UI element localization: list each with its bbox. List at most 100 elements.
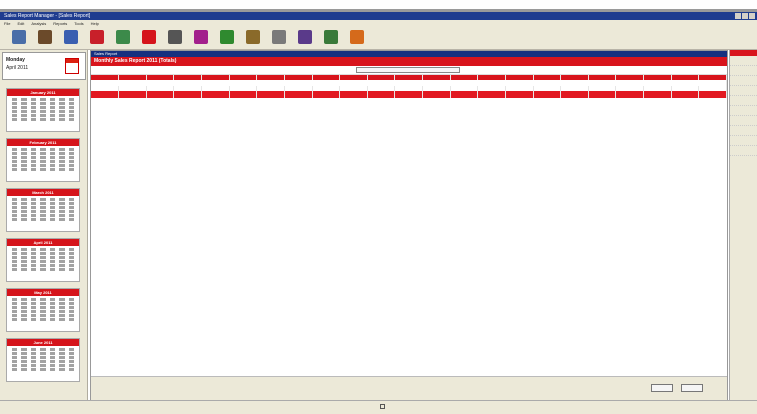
calendar-day[interactable] bbox=[21, 106, 27, 109]
calendar-day[interactable] bbox=[12, 352, 18, 355]
calendar-day[interactable] bbox=[68, 310, 74, 313]
calendar-day[interactable] bbox=[40, 164, 46, 167]
cancel-button[interactable] bbox=[681, 384, 703, 392]
calendar-day[interactable] bbox=[68, 248, 74, 251]
month-calendar[interactable]: January 2011 bbox=[6, 88, 80, 132]
calendar-day[interactable] bbox=[49, 110, 56, 113]
calendar-day[interactable] bbox=[68, 206, 74, 209]
calendar-day[interactable] bbox=[40, 114, 46, 117]
calendar-day[interactable] bbox=[12, 202, 18, 205]
calendar-day[interactable] bbox=[40, 302, 46, 305]
calendar-day[interactable] bbox=[30, 310, 37, 313]
calendar-day[interactable] bbox=[30, 356, 37, 359]
calendar-day[interactable] bbox=[49, 264, 56, 267]
calendar-day[interactable] bbox=[49, 210, 56, 213]
calendar-day[interactable] bbox=[40, 360, 46, 363]
footer-option[interactable] bbox=[380, 404, 388, 409]
calendar-day[interactable] bbox=[68, 218, 74, 221]
calendar-day[interactable] bbox=[21, 98, 27, 101]
calendar-day[interactable] bbox=[21, 148, 27, 151]
chart-icon[interactable] bbox=[116, 30, 130, 44]
calendar-day[interactable] bbox=[12, 248, 18, 251]
calendar-day[interactable] bbox=[40, 218, 46, 221]
calendar-day[interactable] bbox=[30, 348, 37, 351]
calendar-day[interactable] bbox=[30, 302, 37, 305]
calendar-day[interactable] bbox=[21, 352, 27, 355]
calendar-day[interactable] bbox=[68, 160, 74, 163]
calendar-day[interactable] bbox=[12, 256, 18, 259]
calendar-day[interactable] bbox=[40, 314, 46, 317]
calendar-day[interactable] bbox=[49, 164, 56, 167]
calendar-day[interactable] bbox=[59, 298, 65, 301]
calendar-day[interactable] bbox=[40, 152, 46, 155]
calendar-day[interactable] bbox=[40, 356, 46, 359]
calendar-day[interactable] bbox=[49, 218, 56, 221]
calendar-day[interactable] bbox=[59, 202, 65, 205]
calendar-day[interactable] bbox=[21, 118, 27, 121]
figure-icon[interactable] bbox=[194, 30, 208, 44]
calendar-day[interactable] bbox=[12, 164, 18, 167]
calendar-day[interactable] bbox=[21, 368, 27, 371]
calendar-day[interactable] bbox=[12, 364, 18, 367]
calendar-day[interactable] bbox=[68, 118, 74, 121]
month-calendar-days[interactable] bbox=[7, 196, 79, 223]
calendar-day[interactable] bbox=[12, 210, 18, 213]
calendar-day[interactable] bbox=[49, 98, 56, 101]
calendar-day[interactable] bbox=[40, 206, 46, 209]
calendar-day[interactable] bbox=[21, 160, 27, 163]
calendar-day[interactable] bbox=[40, 318, 46, 321]
calendar-day[interactable] bbox=[21, 318, 27, 321]
calendar-day[interactable] bbox=[68, 314, 74, 317]
calendar-day[interactable] bbox=[59, 160, 65, 163]
calendar-day[interactable] bbox=[40, 298, 46, 301]
calendar-day[interactable] bbox=[30, 248, 37, 251]
calendar-day[interactable] bbox=[12, 148, 18, 151]
grid-icon[interactable] bbox=[246, 30, 260, 44]
calendar-day[interactable] bbox=[21, 152, 27, 155]
calendar-day[interactable] bbox=[12, 268, 18, 271]
calendar-day[interactable] bbox=[68, 252, 74, 255]
calendar-day[interactable] bbox=[12, 152, 18, 155]
calendar-day[interactable] bbox=[40, 110, 46, 113]
calendar-day[interactable] bbox=[49, 198, 56, 201]
calendar-day[interactable] bbox=[21, 306, 27, 309]
calendar-day[interactable] bbox=[49, 118, 56, 121]
calendar-day[interactable] bbox=[59, 268, 65, 271]
calendar-day[interactable] bbox=[21, 156, 27, 159]
menu-item-5[interactable]: Help bbox=[91, 21, 99, 26]
calendar-day[interactable] bbox=[49, 360, 56, 363]
calendar-day[interactable] bbox=[12, 98, 18, 101]
calendar-day[interactable] bbox=[30, 160, 37, 163]
calendar-day[interactable] bbox=[49, 310, 56, 313]
maximize-button[interactable] bbox=[742, 13, 748, 19]
calendar-day[interactable] bbox=[59, 110, 65, 113]
calendar-day[interactable] bbox=[49, 298, 56, 301]
calendar-day[interactable] bbox=[30, 256, 37, 259]
calendar-day[interactable] bbox=[30, 298, 37, 301]
calendar-day[interactable] bbox=[59, 306, 65, 309]
calendar-day[interactable] bbox=[68, 368, 74, 371]
calendar-day[interactable] bbox=[21, 364, 27, 367]
calendar-day[interactable] bbox=[30, 98, 37, 101]
calendar-day[interactable] bbox=[40, 198, 46, 201]
calendar-day[interactable] bbox=[21, 206, 27, 209]
calendar-day[interactable] bbox=[12, 260, 18, 263]
calendar-day[interactable] bbox=[21, 264, 27, 267]
calendar-day[interactable] bbox=[49, 202, 56, 205]
calendar-day[interactable] bbox=[30, 164, 37, 167]
calendar-day[interactable] bbox=[49, 114, 56, 117]
calendar-day[interactable] bbox=[68, 306, 74, 309]
calendar-day[interactable] bbox=[68, 256, 74, 259]
calendar-day[interactable] bbox=[21, 110, 27, 113]
calendar-day[interactable] bbox=[12, 168, 18, 171]
right-panel-item[interactable] bbox=[730, 126, 757, 136]
calendar-day[interactable] bbox=[68, 210, 74, 213]
calendar-day[interactable] bbox=[40, 202, 46, 205]
calendar-day[interactable] bbox=[49, 356, 56, 359]
menu-item-0[interactable]: File bbox=[4, 21, 10, 26]
calendar-day[interactable] bbox=[49, 260, 56, 263]
calendar-day[interactable] bbox=[49, 248, 56, 251]
calendar-day[interactable] bbox=[59, 114, 65, 117]
calendar-day[interactable] bbox=[30, 364, 37, 367]
calendar-day[interactable] bbox=[30, 110, 37, 113]
